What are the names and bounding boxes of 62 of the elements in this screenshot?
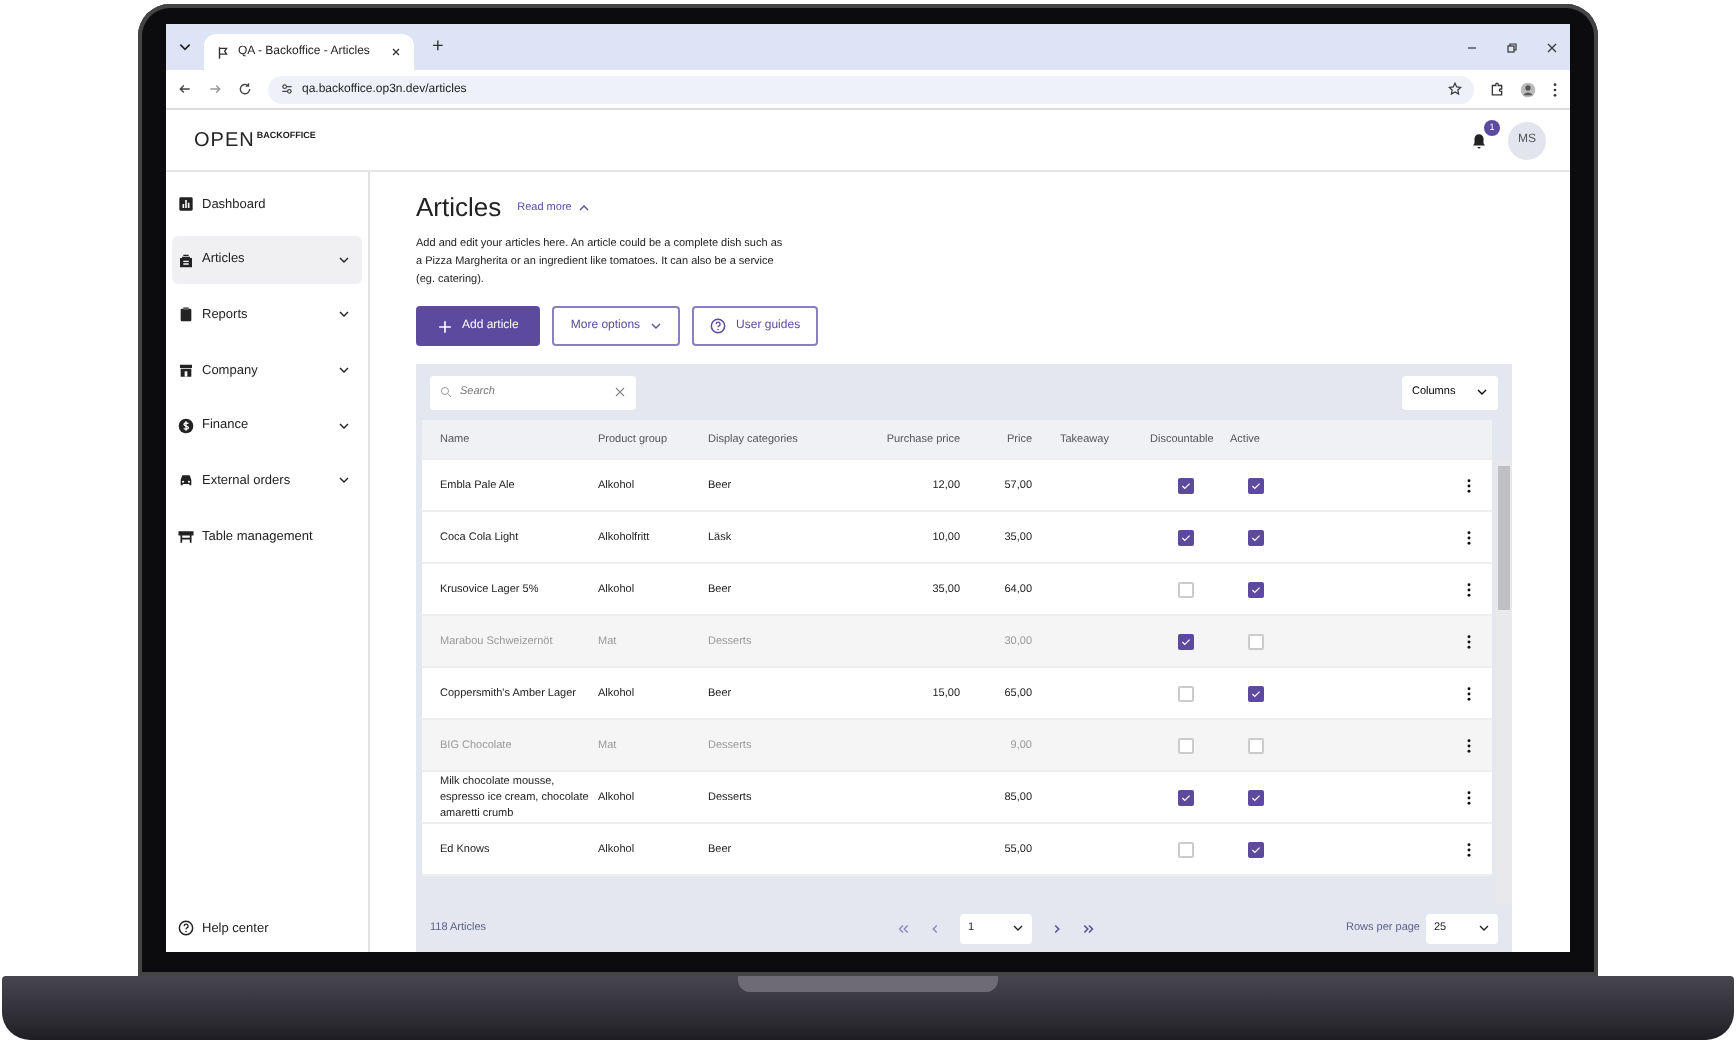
store-icon (178, 362, 194, 379)
checkbox[interactable] (1247, 685, 1263, 701)
more-vertical-icon[interactable] (1465, 529, 1471, 545)
more-vertical-icon[interactable] (1465, 737, 1471, 753)
chevron-down-icon (338, 364, 350, 377)
bell-icon[interactable] (1470, 131, 1488, 149)
first-page-icon[interactable] (896, 921, 911, 935)
page-title: Articles (416, 192, 502, 222)
chevron-down-icon (650, 320, 663, 332)
chevron-down-icon (1478, 922, 1490, 934)
next-page-icon[interactable] (1050, 921, 1065, 935)
checkbox[interactable] (1247, 477, 1263, 493)
chevron-down-icon (338, 253, 350, 266)
logo: OPEN (194, 129, 255, 151)
reload-icon[interactable] (238, 82, 252, 96)
clear-icon (614, 386, 626, 398)
chevron-down-icon (338, 308, 350, 321)
checkbox[interactable] (1178, 477, 1194, 493)
restore-icon[interactable] (1506, 41, 1518, 53)
more-vertical-icon[interactable] (1465, 841, 1471, 857)
scrollbar[interactable] (1496, 460, 1512, 904)
search-icon (440, 386, 452, 398)
previous-page-icon[interactable] (928, 921, 943, 935)
close-icon[interactable] (1546, 41, 1558, 53)
help-icon (178, 920, 194, 936)
star-icon[interactable] (1448, 82, 1462, 96)
more-vertical-icon[interactable] (1465, 477, 1471, 493)
checkbox[interactable] (1178, 529, 1194, 545)
profile-icon[interactable] (1520, 81, 1536, 97)
chevron-down-icon[interactable] (178, 40, 192, 54)
checkbox[interactable] (1178, 789, 1194, 805)
chevron-down-icon (338, 419, 350, 432)
flag-icon (216, 45, 230, 59)
table-icon (178, 528, 194, 545)
checkbox[interactable] (1178, 633, 1194, 649)
sliders-icon (280, 82, 294, 96)
clipboard-icon (178, 306, 194, 323)
checkbox[interactable] (1247, 581, 1263, 597)
more-vertical-icon[interactable] (1552, 81, 1558, 97)
chevron-up-icon (577, 201, 590, 213)
more-vertical-icon[interactable] (1465, 685, 1471, 701)
bar-chart-icon (178, 196, 194, 212)
puzzle-icon[interactable] (1490, 82, 1504, 96)
car-icon (178, 472, 194, 489)
chevron-down-icon (338, 474, 350, 487)
forward-arrow-icon[interactable] (208, 82, 222, 96)
last-page-icon[interactable] (1082, 921, 1097, 935)
checkbox[interactable] (1247, 789, 1263, 805)
help-icon (710, 318, 727, 334)
close-icon[interactable] (390, 46, 402, 58)
more-vertical-icon[interactable] (1465, 789, 1471, 805)
more-vertical-icon[interactable] (1465, 581, 1471, 597)
checkbox[interactable] (1247, 841, 1263, 857)
new-tab-button[interactable]: + (426, 36, 450, 58)
back-arrow-icon[interactable] (178, 82, 192, 96)
more-vertical-icon[interactable] (1465, 633, 1471, 649)
plus-icon (438, 319, 452, 333)
chevron-down-icon (1012, 922, 1025, 934)
dollar-icon (178, 417, 194, 434)
chevron-down-icon (1476, 386, 1488, 398)
checkbox[interactable] (1247, 529, 1263, 545)
minimize-icon[interactable] (1466, 41, 1478, 53)
